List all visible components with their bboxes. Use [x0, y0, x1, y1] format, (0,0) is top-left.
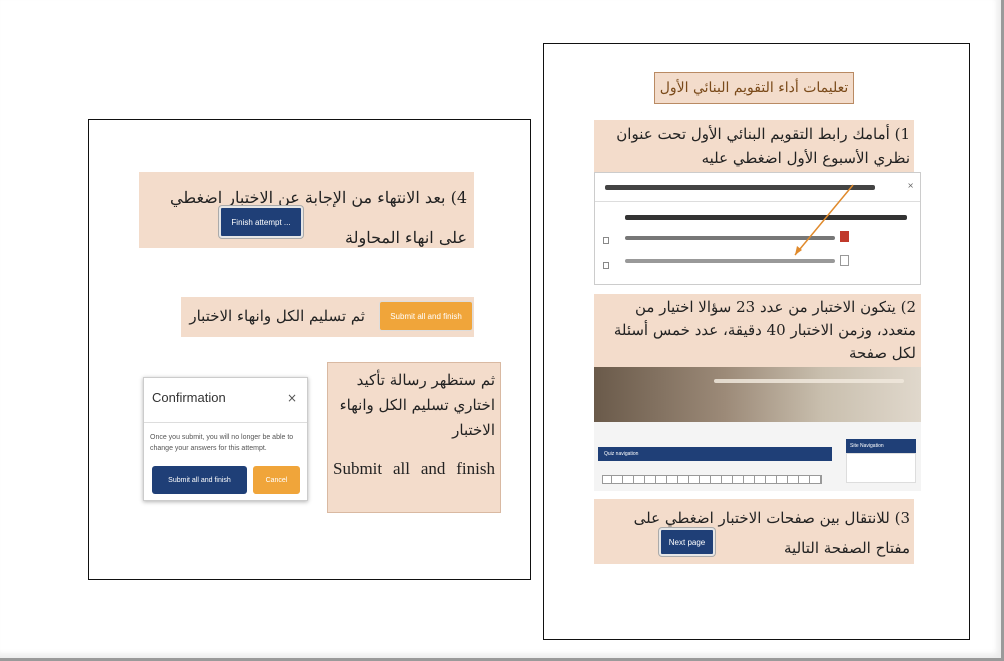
step6-english: Submit all and finish: [333, 459, 495, 478]
step5-text: ثم تسليم الكل وانهاء الاختبار: [189, 307, 365, 325]
next-page-button[interactable]: Next page: [659, 528, 715, 556]
quiz-nav-squares: [602, 475, 822, 484]
step4-text: 4) بعد الانتهاء من الإجابة عن الاختبار ا…: [170, 188, 467, 247]
left-instructions-panel: 4) بعد الانتهاء من الإجابة عن الاختبار ا…: [88, 119, 531, 580]
document-page: 4) بعد الانتهاء من الإجابة عن الاختبار ا…: [0, 0, 1004, 661]
pointer-arrow-icon: [794, 184, 854, 256]
site-navigation-header: Site Navigation: [846, 439, 916, 453]
dialog-message: Once you submit, you will no longer be a…: [150, 434, 294, 452]
course-banner: [594, 367, 921, 422]
dialog-cancel-button[interactable]: Cancel: [253, 466, 300, 494]
dialog-divider: [144, 422, 307, 423]
step2-text: 2) يتكون الاختبار من عدد 23 سؤالا اختيار…: [613, 298, 916, 362]
site-navigation-block: [846, 453, 916, 483]
banner-title-line: [714, 379, 904, 383]
dialog-title: Confirmation: [152, 390, 226, 405]
step6-text: ثم ستظهر رسالة تأكيد اختاري تسليم الكل و…: [339, 371, 495, 439]
quiz-page-screenshot: Quiz navigation Site Navigation: [594, 367, 921, 491]
right-instructions-panel: تعليمات أداء التقويم البنائي الأول 1) أم…: [543, 43, 970, 640]
step1-text: 1) أمامك رابط التقويم البنائي الأول تحت …: [616, 125, 910, 167]
title-box: تعليمات أداء التقويم البنائي الأول: [654, 72, 854, 104]
quiz-navigation-header: Quiz navigation: [598, 447, 832, 461]
dialog-submit-button[interactable]: Submit all and finish: [152, 466, 247, 494]
step3-text: 3) للانتقال بين صفحات الاختبار اضغطي على…: [633, 509, 910, 557]
close-icon[interactable]: ×: [287, 391, 297, 405]
confirmation-dialog: Confirmation × Once you submit, you will…: [143, 377, 308, 501]
course-links-screenshot: ×: [594, 172, 921, 285]
page-title: تعليمات أداء التقويم البنائي الأول: [659, 80, 849, 96]
submit-all-finish-button-sample[interactable]: Submit all and finish: [379, 301, 473, 331]
finish-attempt-button[interactable]: Finish attempt ...: [219, 206, 303, 238]
